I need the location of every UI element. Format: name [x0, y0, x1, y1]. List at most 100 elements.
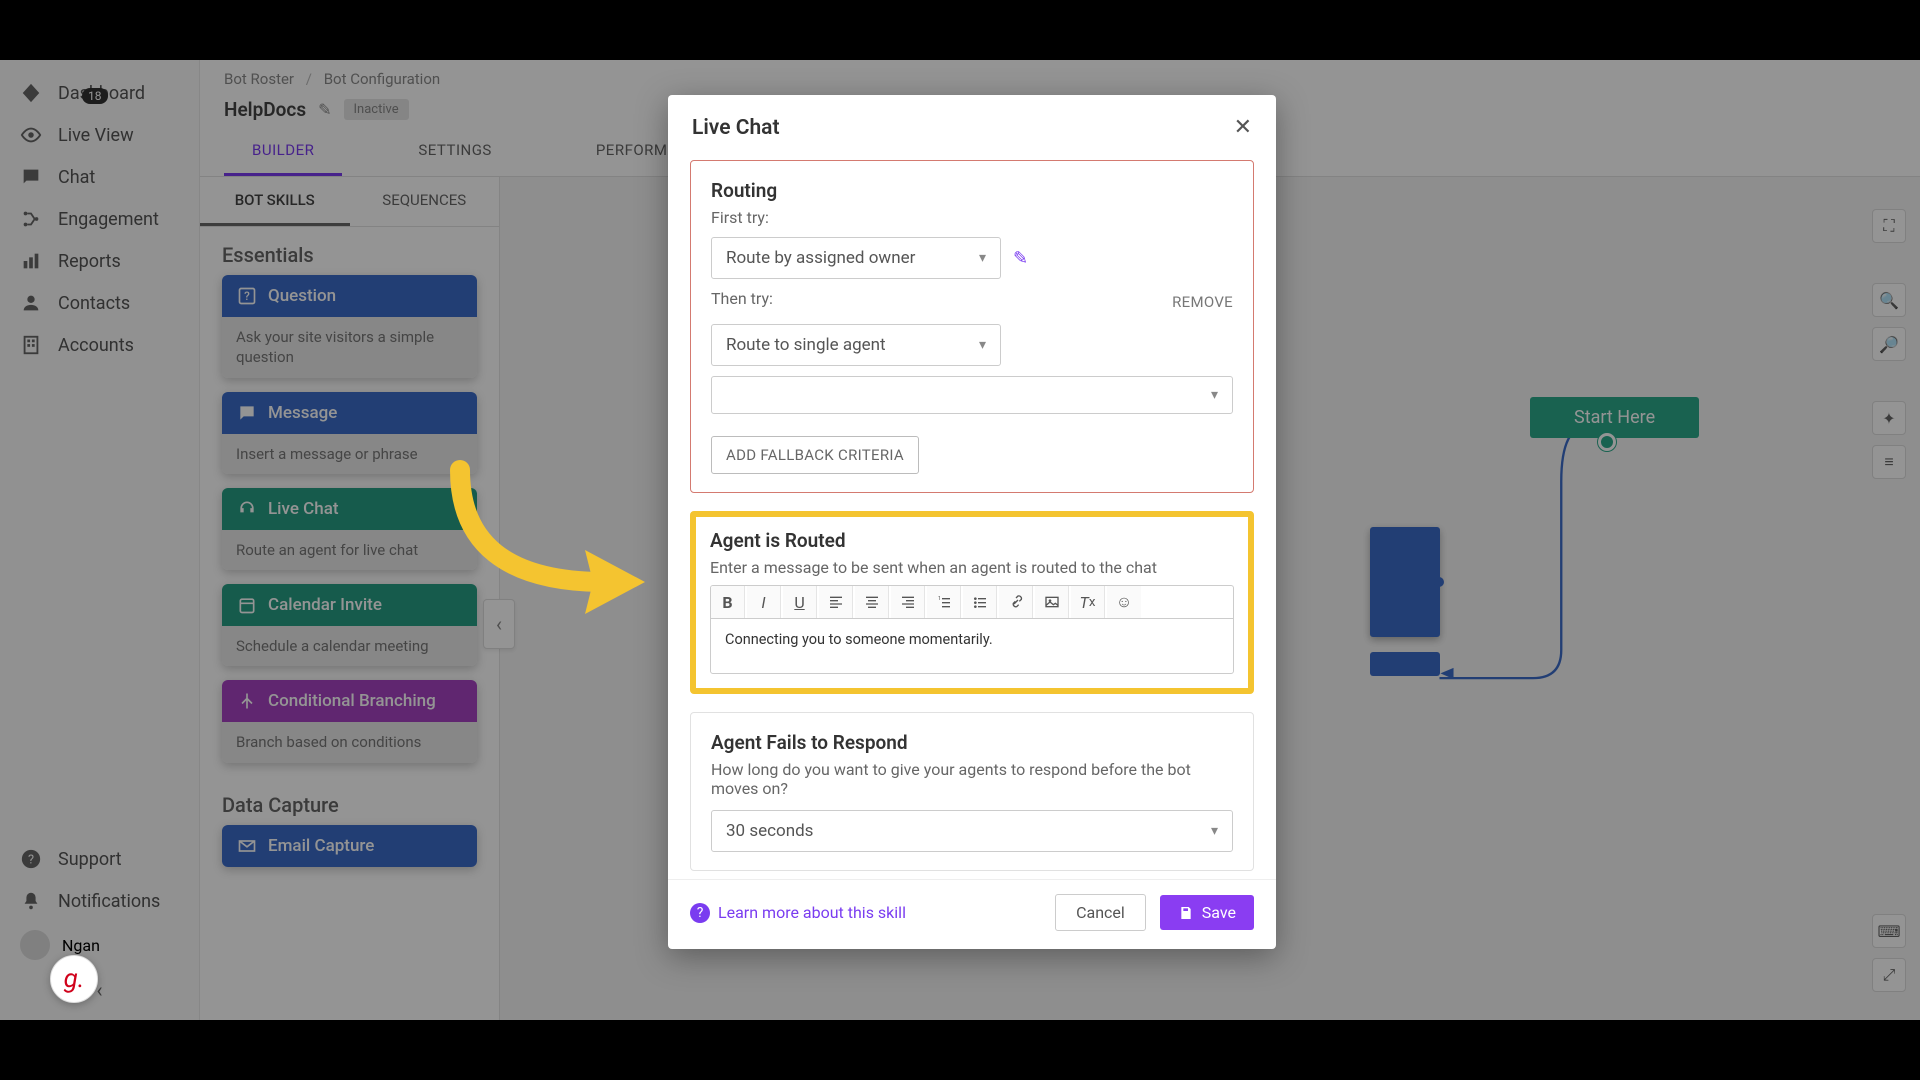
link-button[interactable]	[999, 586, 1033, 618]
emoji-button[interactable]: ☺	[1107, 586, 1141, 618]
arrange-button[interactable]: ≡	[1872, 445, 1906, 479]
nav-engagement[interactable]: Engagement	[0, 198, 199, 240]
image-button[interactable]	[1035, 586, 1069, 618]
align-left-button[interactable]	[819, 586, 853, 618]
nav-label: Engagement	[58, 209, 159, 230]
ordered-list-button[interactable]: 1	[927, 586, 961, 618]
help-icon: ?	[20, 848, 42, 870]
breadcrumb-root[interactable]: Bot Roster	[224, 70, 294, 88]
routing-card: Routing First try: Route by assigned own…	[690, 160, 1254, 493]
canvas-tools-bottom: ⌨ ⤢	[1872, 914, 1906, 992]
edit-name-icon[interactable]: ✎	[318, 100, 331, 119]
headset-icon	[236, 498, 258, 520]
svg-text:1: 1	[938, 596, 941, 602]
unordered-list-button[interactable]	[963, 586, 997, 618]
skill-email-capture[interactable]: Email Capture	[222, 825, 477, 867]
tab-settings[interactable]: SETTINGS	[390, 129, 520, 176]
chevron-down-icon: ▾	[979, 250, 986, 266]
nav-chat[interactable]: Chat	[0, 156, 199, 198]
nav-reports[interactable]: Reports	[0, 240, 199, 282]
skill-live-chat[interactable]: Live Chat Route an agent for live chat	[222, 488, 477, 570]
agent-select[interactable]: ▾	[711, 376, 1233, 414]
learn-more-link[interactable]: ? Learn more about this skill	[690, 903, 906, 923]
align-center-button[interactable]	[855, 586, 889, 618]
bot-name: HelpDocs	[224, 98, 306, 121]
chevron-down-icon: ▾	[1211, 387, 1218, 403]
breadcrumb-sep: /	[306, 70, 312, 88]
sidebar-collapse-button[interactable]: ‹	[0, 968, 199, 1012]
canvas-node-footer[interactable]	[1370, 652, 1440, 676]
panel-tab-sequences[interactable]: SEQUENCES	[350, 177, 500, 226]
magic-button[interactable]: ✦	[1872, 401, 1906, 435]
start-node[interactable]: Start Here	[1530, 397, 1699, 438]
panel-collapse-button[interactable]: ‹	[483, 599, 515, 649]
chat-icon	[20, 166, 42, 188]
underline-button[interactable]: U	[783, 586, 817, 618]
svg-text:?: ?	[28, 853, 34, 868]
agent-routed-sub: Enter a message to be sent when an agent…	[710, 558, 1234, 577]
nav-notifications[interactable]: Notifications	[0, 880, 199, 922]
add-fallback-button[interactable]: ADD FALLBACK CRITERIA	[711, 436, 919, 474]
agent-routed-editor[interactable]: Connecting you to someone momentarily.	[710, 618, 1234, 674]
remove-route-button[interactable]: REMOVE	[1172, 293, 1233, 311]
breadcrumb: Bot Roster / Bot Configuration	[200, 60, 1920, 88]
bell-icon	[20, 890, 42, 912]
skill-message[interactable]: Message Insert a message or phrase	[222, 392, 477, 474]
chevron-down-icon: ▾	[1211, 823, 1218, 839]
panel-tab-skills[interactable]: BOT SKILLS	[200, 177, 350, 226]
nav-accounts[interactable]: Accounts	[0, 324, 199, 366]
nav-label: Live View	[58, 125, 134, 146]
then-try-select[interactable]: Route to single agent▾	[711, 324, 1001, 366]
save-skill-button[interactable]: Save	[1160, 895, 1254, 930]
user-name: Ngan	[62, 936, 100, 955]
edit-route-icon[interactable]: ✎	[1013, 248, 1028, 269]
grammarly-badge[interactable]: g.	[50, 955, 98, 1003]
zoom-out-button[interactable]: 🔎	[1872, 327, 1906, 361]
expand-button[interactable]: ⤢	[1872, 958, 1906, 992]
breadcrumb-current: Bot Configuration	[324, 70, 440, 88]
live-chat-modal: Live Chat ✕ Routing First try: Route by …	[668, 95, 1276, 949]
first-try-select[interactable]: Route by assigned owner▾	[711, 237, 1001, 279]
close-icon[interactable]: ✕	[1234, 115, 1252, 140]
logo-icon	[20, 82, 42, 104]
calendar-icon	[236, 594, 258, 616]
italic-button[interactable]: I	[747, 586, 781, 618]
fullscreen-button[interactable]: ⛶	[1872, 209, 1906, 243]
svg-text:?: ?	[244, 289, 250, 303]
split-icon	[236, 690, 258, 712]
canvas-node[interactable]	[1370, 527, 1440, 637]
user-row[interactable]: Ngan	[0, 922, 199, 968]
nav-contacts[interactable]: Contacts	[0, 282, 199, 324]
align-right-button[interactable]	[891, 586, 925, 618]
chevron-down-icon: ▾	[979, 337, 986, 353]
keyboard-button[interactable]: ⌨	[1872, 914, 1906, 948]
zoom-in-button[interactable]: 🔍	[1872, 283, 1906, 317]
start-node-port[interactable]	[1598, 433, 1616, 451]
nav-label: Notifications	[58, 891, 160, 912]
bars-icon	[20, 250, 42, 272]
mail-icon	[236, 835, 258, 857]
status-chip: Inactive	[344, 99, 409, 120]
eye-icon	[20, 124, 42, 146]
skill-calendar[interactable]: Calendar Invite Schedule a calendar meet…	[222, 584, 477, 666]
notification-badge: 18	[82, 88, 108, 104]
save-icon	[1178, 905, 1194, 921]
avatar	[20, 930, 50, 960]
nav-label: Reports	[58, 251, 121, 272]
agent-fails-sub: How long do you want to give your agents…	[711, 760, 1233, 798]
canvas-tools-top: ⛶ 🔍 🔎 ✦ ≡	[1872, 209, 1906, 479]
building-icon	[20, 334, 42, 356]
clear-format-button[interactable]: Tx	[1071, 586, 1105, 618]
node-port[interactable]	[1434, 577, 1444, 587]
skill-conditional[interactable]: Conditional Branching Branch based on co…	[222, 680, 477, 762]
bold-button[interactable]: B	[711, 586, 745, 618]
timeout-select[interactable]: 30 seconds▾	[711, 810, 1233, 852]
person-icon	[20, 292, 42, 314]
tab-builder[interactable]: BUILDER	[224, 129, 342, 176]
skill-question[interactable]: ?Question Ask your site visitors a simpl…	[222, 275, 477, 378]
cancel-button[interactable]: Cancel	[1055, 894, 1146, 931]
nav-live-view[interactable]: Live View	[0, 114, 199, 156]
nav-label: Contacts	[58, 293, 130, 314]
nav-support[interactable]: ? Support	[0, 838, 199, 880]
rich-text-toolbar: B I U 1 Tx ☺	[710, 585, 1234, 618]
